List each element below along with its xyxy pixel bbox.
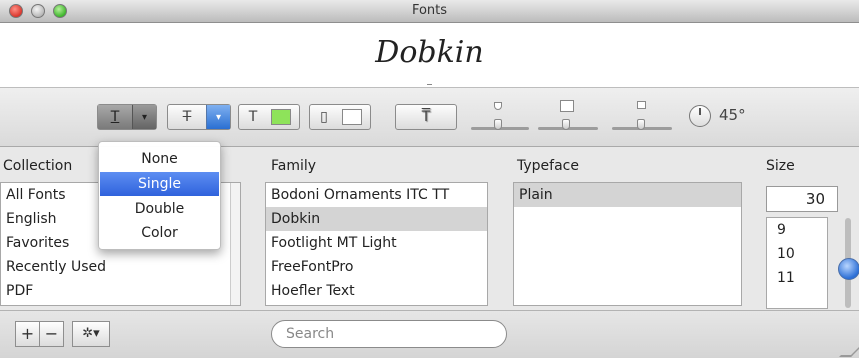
- text-color-icon: T: [248, 109, 258, 125]
- family-item[interactable]: Dobkin: [266, 207, 487, 231]
- menu-item-none[interactable]: None: [100, 147, 219, 171]
- typeface-header: Typeface: [517, 158, 579, 174]
- shadow-blur-slider[interactable]: [562, 119, 570, 130]
- family-item[interactable]: Footlight MT Light: [266, 231, 487, 255]
- text-shadow-button[interactable]: T: [395, 104, 457, 130]
- family-header: Family: [271, 158, 317, 174]
- fonts-window: Fonts Dobkin T ▾ T ▾ T ▯ T 45° Collectio…: [0, 0, 859, 358]
- chevron-down-icon: ▾: [206, 105, 230, 129]
- resize-grip[interactable]: [839, 345, 859, 357]
- font-effects-toolbar: T ▾ T ▾ T ▯ T 45°: [0, 88, 859, 147]
- shadow-opacity-icon: [494, 102, 502, 110]
- size-slider[interactable]: [838, 258, 859, 280]
- action-gear-button[interactable]: ✲▾: [72, 321, 110, 347]
- dial-indicator: [699, 108, 701, 115]
- family-item[interactable]: FreeFontPro: [266, 255, 487, 279]
- document-icon: ▯: [320, 109, 328, 125]
- menu-item-single[interactable]: Single: [100, 172, 219, 196]
- chevron-down-icon: ▾: [132, 105, 156, 129]
- collections-scrollbar[interactable]: [230, 183, 240, 305]
- text-color-swatch: [271, 109, 291, 125]
- size-item[interactable]: 11: [767, 266, 827, 290]
- collection-item[interactable]: Recently Used: [1, 255, 240, 279]
- size-item[interactable]: 10: [767, 242, 827, 266]
- title-bar: Fonts: [0, 0, 859, 23]
- family-item[interactable]: Bodoni Ornaments ITC TT: [266, 183, 487, 207]
- add-collection-button[interactable]: +: [15, 321, 40, 347]
- document-color-swatch: [342, 109, 362, 125]
- menu-item-double[interactable]: Double: [100, 197, 219, 221]
- underline-menu: None Single Double Color: [98, 141, 221, 250]
- shadow-offset-icon: [637, 101, 646, 109]
- font-preview-pane: Dobkin: [0, 23, 859, 88]
- strikethrough-popup-button[interactable]: T ▾: [167, 104, 231, 130]
- font-preview-text: Dobkin: [375, 35, 484, 70]
- collection-header: Collection: [3, 158, 73, 174]
- strikethrough-icon: T: [182, 109, 192, 125]
- family-item[interactable]: Hoefler Text: [266, 279, 487, 303]
- text-color-button[interactable]: T: [238, 104, 300, 130]
- shadow-blur-icon: [560, 100, 574, 112]
- shadow-angle-label: 45°: [719, 106, 746, 124]
- size-item[interactable]: 9: [767, 218, 827, 242]
- shadow-angle-dial[interactable]: [689, 105, 711, 127]
- window-title: Fonts: [411, 3, 448, 18]
- shadow-icon: T: [421, 109, 431, 125]
- size-field[interactable]: 30: [766, 186, 838, 212]
- bottom-bar: + − ✲▾: [0, 310, 859, 358]
- underline-popup-button[interactable]: T ▾: [97, 104, 157, 130]
- shadow-offset-slider[interactable]: [637, 119, 645, 130]
- size-list[interactable]: 9 10 11: [766, 217, 828, 309]
- size-header: Size: [766, 158, 795, 174]
- underline-icon: T: [98, 105, 132, 129]
- typeface-list[interactable]: Plain: [513, 182, 742, 306]
- shadow-opacity-slider[interactable]: [494, 119, 502, 130]
- remove-collection-button[interactable]: −: [39, 321, 64, 347]
- typeface-item[interactable]: Plain: [514, 183, 741, 207]
- menu-item-color[interactable]: Color: [100, 221, 219, 245]
- document-color-button[interactable]: ▯: [309, 104, 371, 130]
- family-list[interactable]: Bodoni Ornaments ITC TT Dobkin Footlight…: [265, 182, 488, 306]
- search-input[interactable]: [271, 320, 507, 348]
- collection-item[interactable]: PDF: [1, 279, 240, 303]
